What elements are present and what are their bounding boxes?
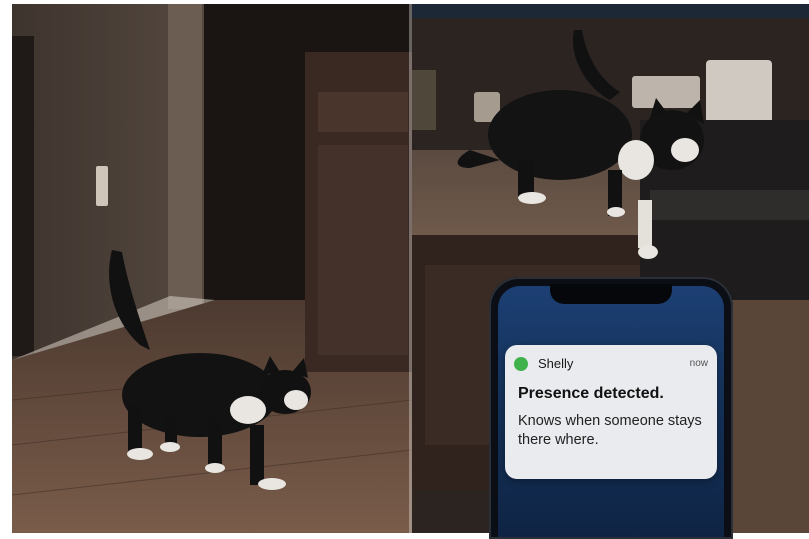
phone-notch bbox=[550, 284, 672, 304]
notification-app-name: Shelly bbox=[538, 356, 574, 371]
container bbox=[632, 76, 700, 108]
door-edge bbox=[12, 36, 34, 356]
notification-title: Presence detected. bbox=[518, 385, 664, 402]
app-status-icon bbox=[514, 357, 528, 371]
notification-time: now bbox=[689, 358, 708, 369]
light-switch bbox=[96, 166, 108, 206]
white-bucket bbox=[706, 60, 772, 126]
notification-body: Knows when someone stays there where. bbox=[518, 413, 702, 448]
door-frame bbox=[168, 4, 202, 309]
